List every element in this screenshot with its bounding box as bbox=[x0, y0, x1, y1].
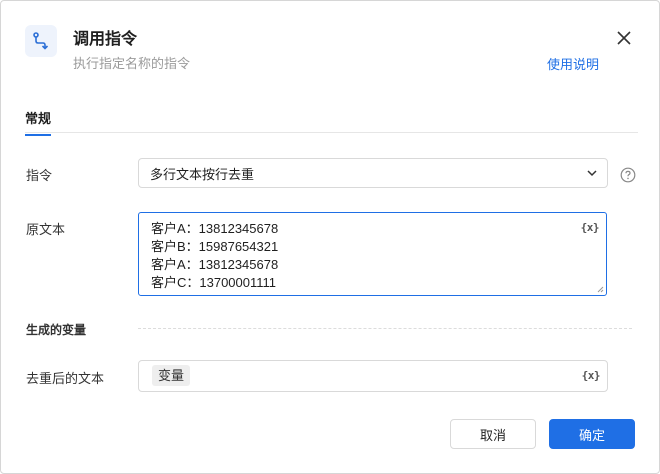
output-variable-label: 去重后的文本 bbox=[26, 371, 105, 386]
variable-tag[interactable]: 变量 bbox=[152, 365, 191, 386]
section-divider bbox=[138, 328, 632, 329]
chevron-down-icon bbox=[587, 170, 597, 177]
command-label: 指令 bbox=[26, 168, 53, 183]
close-icon[interactable] bbox=[613, 27, 635, 49]
help-question-icon[interactable] bbox=[620, 167, 636, 183]
tab-divider bbox=[25, 132, 638, 133]
source-text-line: 客户A：13812345678 bbox=[151, 257, 279, 272]
command-select[interactable]: 多行文本按行去重 bbox=[138, 158, 608, 188]
cancel-button[interactable]: 取消 bbox=[450, 419, 536, 449]
resize-handle-icon[interactable] bbox=[597, 286, 604, 293]
source-text-area[interactable]: 客户A：13812345678 客户B：15987654321 客户A：1381… bbox=[138, 212, 607, 296]
dialog-title: 调用指令 bbox=[73, 31, 138, 48]
insert-variable-button[interactable]: {x} bbox=[582, 369, 601, 382]
section-generated-variables: 生成的变量 bbox=[26, 323, 87, 337]
insert-variable-button[interactable]: {x} bbox=[581, 221, 600, 234]
source-text-line: 客户C：13700001111 bbox=[151, 275, 277, 290]
ok-button[interactable]: 确定 bbox=[549, 419, 635, 449]
source-text-label: 原文本 bbox=[26, 222, 66, 237]
call-command-dialog: 调用指令 执行指定名称的指令 使用说明 常规 指令 多行文本按行去重 原文本 客… bbox=[0, 0, 660, 474]
output-variable-field[interactable]: 变量 {x} bbox=[138, 360, 608, 392]
source-text-line: 客户A：13812345678 bbox=[151, 221, 279, 236]
source-text-lines: 客户A：13812345678 客户B：15987654321 客户A：1381… bbox=[151, 220, 278, 292]
command-select-value: 多行文本按行去重 bbox=[150, 166, 255, 182]
help-link[interactable]: 使用说明 bbox=[547, 54, 599, 73]
source-text-line: 客户B：15987654321 bbox=[151, 239, 279, 254]
route-icon bbox=[25, 25, 57, 57]
dialog-subtitle: 执行指定名称的指令 bbox=[73, 56, 191, 71]
